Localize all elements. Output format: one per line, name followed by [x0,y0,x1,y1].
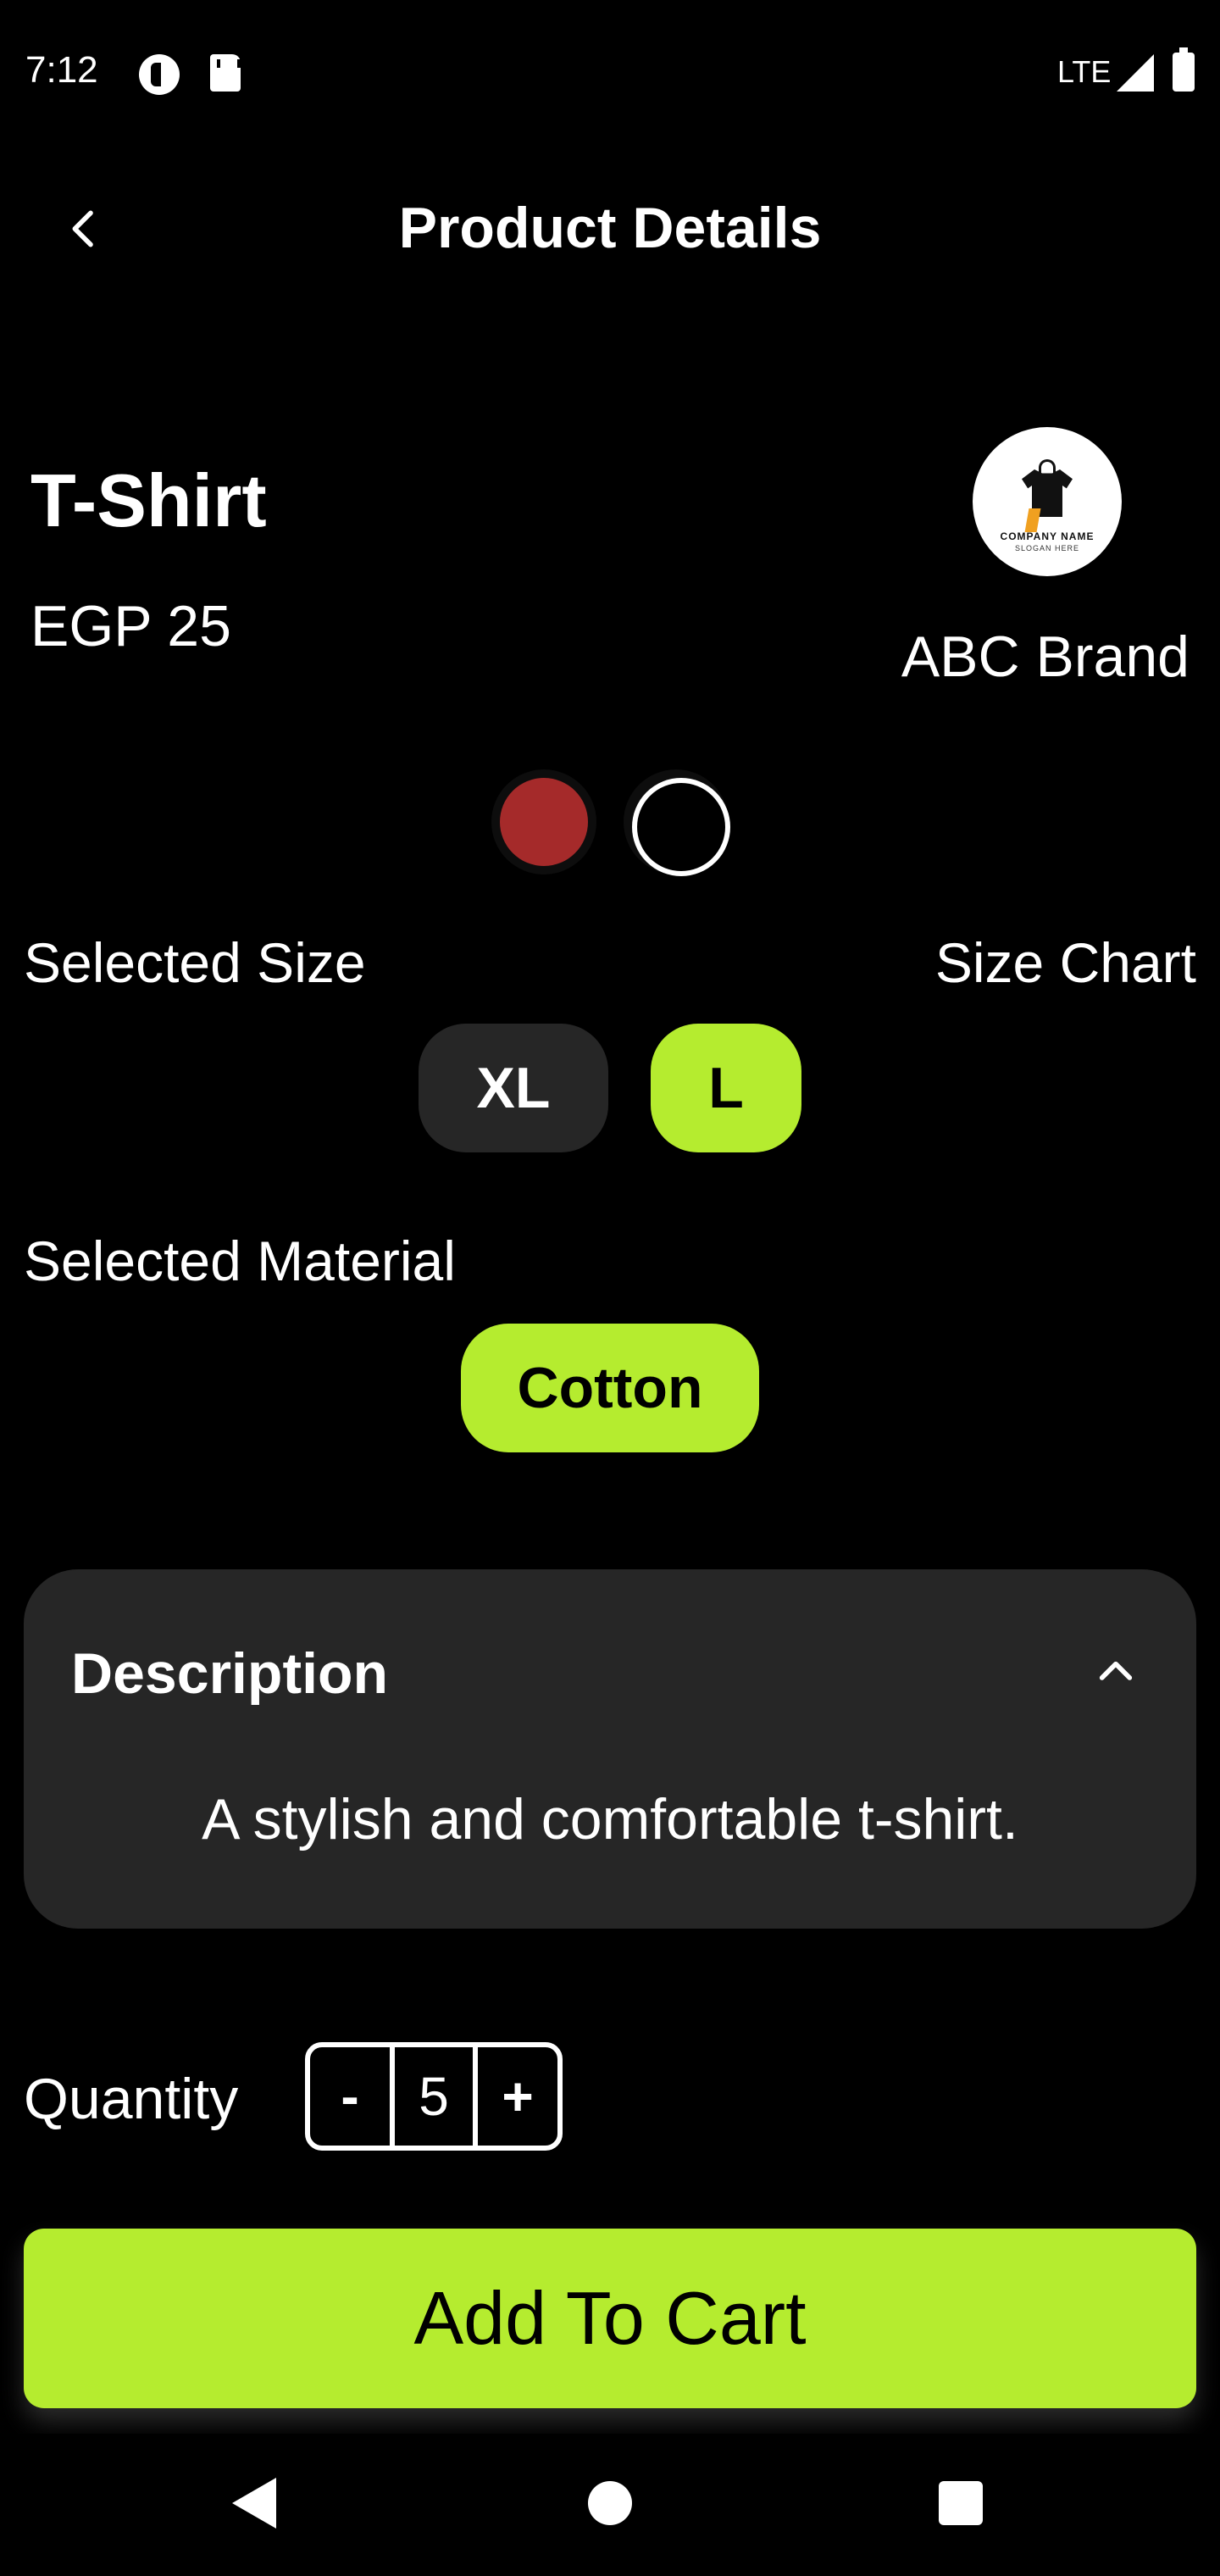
logo-slogan: SLOGAN HERE [1014,544,1080,552]
size-chart-link[interactable]: Size Chart [935,930,1196,995]
circle-half-icon [139,54,180,95]
description-card: Description A stylish and comfortable t-… [24,1569,1196,1929]
battery-icon [1173,47,1195,92]
size-selector: XL L [0,1024,1220,1152]
collapse-button[interactable] [1086,1642,1145,1702]
nav-home-icon[interactable] [588,2481,632,2525]
signal-icon [1117,54,1154,92]
increment-button[interactable]: + [478,2047,557,2146]
add-to-cart-button[interactable]: Add To Cart [24,2229,1196,2408]
description-title: Description [71,1641,389,1706]
nav-recents-icon[interactable] [939,2481,983,2525]
bag-handle-icon [1039,459,1056,473]
decrement-button[interactable]: - [310,2047,390,2146]
brand-logo[interactable]: COMPANY NAME SLOGAN HERE [973,427,1122,576]
network-type: LTE [1057,54,1112,89]
color-swatch-red[interactable] [491,769,596,874]
quantity-stepper: - 5 + [305,2042,563,2151]
status-time: 7:12 [25,49,98,91]
product-price: EGP 25 [30,594,231,658]
material-label: Selected Material [24,1230,456,1292]
color-swatch-white[interactable] [624,769,730,876]
quantity-value: 5 [390,2047,478,2146]
nav-back-icon[interactable] [232,2478,276,2529]
logo-company-name: COMPANY NAME [1000,530,1095,542]
quantity-label: Quantity [24,2067,239,2131]
sd-card-icon [210,54,241,92]
material-chip-cotton[interactable]: Cotton [461,1324,759,1452]
brand-name: ABC Brand [901,625,1190,689]
status-bar: 7:12 LTE [0,0,1220,144]
chevron-up-icon [1099,1661,1133,1680]
logo-accent [1024,508,1041,532]
color-selector [0,769,1220,876]
top-app-bar: Product Details [0,169,1220,288]
size-label: Selected Size [24,931,366,994]
page-title: Product Details [398,196,822,260]
size-chip-l[interactable]: L [651,1024,801,1152]
description-text: A stylish and comfortable t-shirt. [202,1787,1018,1852]
size-chip-xl[interactable]: XL [419,1024,608,1152]
system-nav-bar [0,2434,1220,2576]
product-name: T-Shirt [30,458,267,542]
